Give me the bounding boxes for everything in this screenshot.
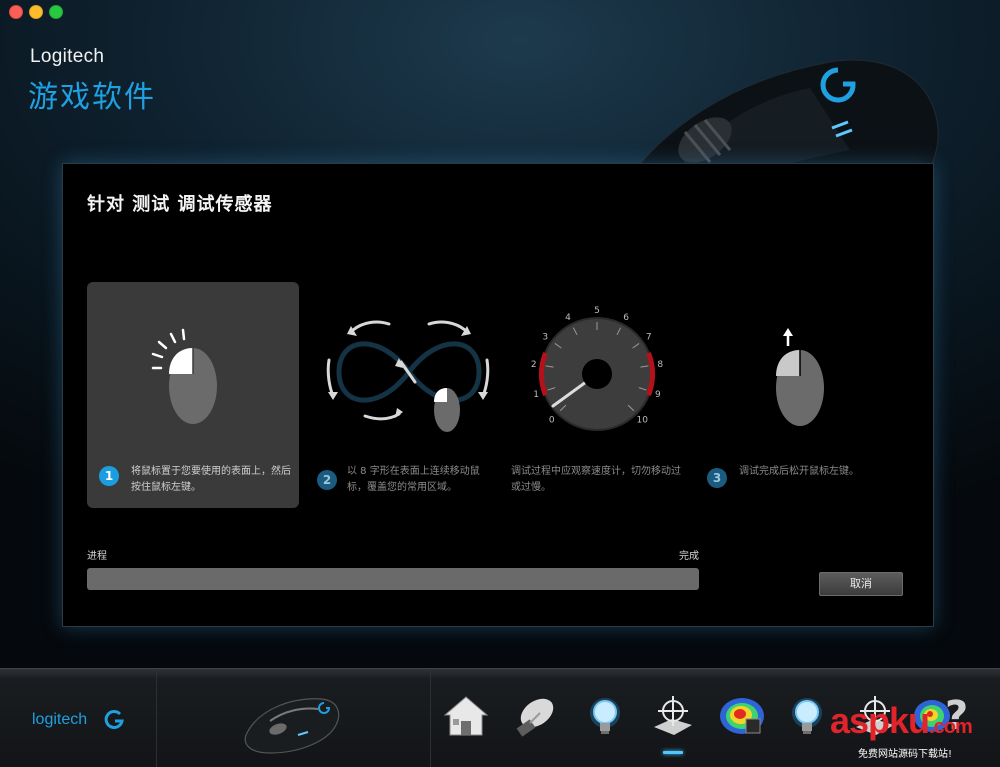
app-window: Logitech 游戏软件 针对 测试 调试传感器 1 将鼠标置于您要使用的表面… — [0, 0, 1000, 767]
active-tab-indicator — [663, 751, 683, 754]
step-3-panel: 3 调试完成后松开鼠标左键。 — [699, 282, 899, 508]
step-3-text: 调试完成后松开鼠标左键。 — [739, 466, 859, 477]
step-2-panel: 2 以 8 字形在表面上连续移动鼠标，覆盖您的常用区域。 — [317, 282, 499, 508]
title-bar — [0, 0, 1000, 22]
close-window-button[interactable] — [9, 5, 23, 19]
step-1-number: 1 — [99, 466, 119, 486]
gauge-tick-label: 2 — [531, 360, 537, 370]
calibration-dialog: 针对 测试 调试传感器 1 将鼠标置于您要使用的表面上，然后按住鼠标左键。 2 … — [62, 163, 934, 627]
minimize-window-button[interactable] — [29, 5, 43, 19]
mouse-settings-icon[interactable] — [510, 691, 560, 741]
step-3-number: 3 — [707, 468, 727, 488]
step-1-text: 将鼠标置于您要使用的表面上，然后按住鼠标左键。 — [131, 466, 291, 493]
heatmap-icon[interactable] — [716, 691, 766, 741]
sensor-crosshair-icon[interactable] — [648, 691, 698, 741]
gauge-tick-label: 3 — [542, 332, 548, 342]
step-speedometer-text: 调试过程中应观察速度计，切勿移动过或过慢。 — [511, 466, 681, 493]
mouse-click-illustration — [151, 328, 217, 424]
progress-bar — [87, 568, 699, 590]
step-2-text: 以 8 字形在表面上连续移动鼠标，覆盖您的常用区域。 — [347, 466, 480, 493]
gauge-tick-label: 4 — [565, 313, 571, 323]
logitech-g-logo-icon — [104, 709, 124, 729]
speedometer-panel: 0 1 2 3 4 5 6 7 8 9 10 调试过程中应观察速度计，切勿移动过或过慢。 — [507, 282, 687, 508]
gauge-tick-label: 7 — [646, 332, 652, 342]
progress-label: 进程 — [87, 551, 107, 562]
brand-name: Logitech — [30, 46, 105, 67]
mouse-release-illustration — [776, 328, 824, 426]
step-1-panel: 1 将鼠标置于您要使用的表面上，然后按住鼠标左键。 — [87, 282, 299, 508]
zoom-window-button[interactable] — [49, 5, 63, 19]
speedometer-gauge: 0 1 2 3 4 5 6 7 8 9 10 — [531, 306, 663, 431]
app-title: 游戏软件 — [28, 80, 156, 115]
gauge-tick-label: 10 — [637, 415, 649, 425]
footer-logo-text: logitech — [32, 711, 88, 728]
gauge-tick-label: 9 — [655, 390, 661, 400]
watermark-main: aspku — [830, 700, 930, 741]
gauge-tick-label: 6 — [623, 313, 629, 323]
lighting-icon[interactable] — [580, 691, 630, 741]
gauge-tick-label: 0 — [549, 415, 555, 425]
gauge-tick-label: 5 — [594, 306, 600, 316]
watermark-suffix: .com — [929, 716, 973, 738]
lighting-icon[interactable] — [782, 691, 832, 741]
home-icon[interactable] — [441, 691, 491, 741]
cancel-button[interactable]: 取消 — [819, 572, 903, 596]
gauge-tick-label: 1 — [533, 390, 539, 400]
progress-done-label: 完成 — [679, 551, 699, 562]
gauge-tick-label: 8 — [657, 360, 663, 370]
watermark-subtitle: 免费网站源码下载站! — [858, 749, 953, 760]
watermark-logo: aspku.com — [830, 700, 973, 742]
figure-eight-illustration — [326, 320, 490, 432]
step-2-number: 2 — [317, 470, 337, 490]
dialog-title: 针对 测试 调试传感器 — [87, 194, 273, 215]
device-mouse-image[interactable] — [240, 691, 345, 755]
